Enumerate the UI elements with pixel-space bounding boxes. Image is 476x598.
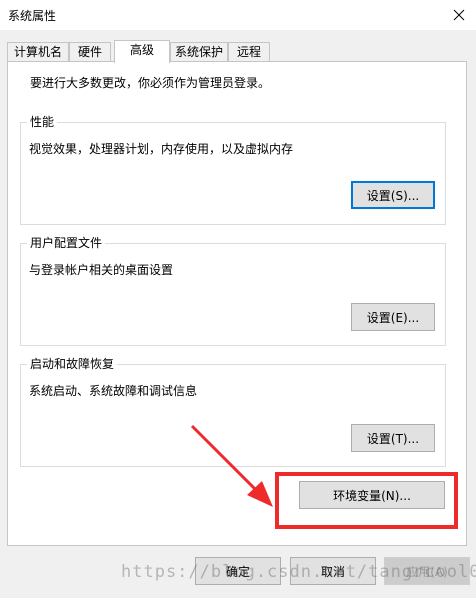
user-profiles-label: 用户配置文件 — [27, 236, 106, 250]
startup-recovery-label: 启动和故障恢复 — [27, 357, 118, 371]
startup-recovery-group: 启动和故障恢复 系统启动、系统故障和调试信息 设置(T)... — [20, 357, 446, 467]
performance-label: 性能 — [27, 115, 58, 129]
performance-description: 视觉效果，处理器计划，内存使用，以及虚拟内存 — [29, 142, 294, 156]
tab-computer-name[interactable]: 计算机名 — [7, 42, 69, 62]
admin-notice: 要进行大多数更改，你必须作为管理员登录。 — [30, 76, 271, 90]
tab-system-protection[interactable]: 系统保护 — [170, 42, 228, 62]
performance-group: 性能 视觉效果，处理器计划，内存使用，以及虚拟内存 设置(S)... — [20, 115, 446, 225]
tab-advanced[interactable]: 高级 — [114, 40, 170, 63]
startup-recovery-settings-button[interactable]: 设置(T)... — [351, 424, 435, 452]
tab-remote[interactable]: 远程 — [228, 42, 270, 62]
window-title: 系统属性 — [8, 9, 57, 23]
tab-strip: 计算机名 硬件 高级 系统保护 远程 — [7, 40, 469, 63]
close-icon — [453, 9, 465, 21]
highlight-box — [275, 472, 458, 529]
watermark: https://blog.csdn.net/tangrcool015 — [121, 562, 476, 582]
close-button[interactable] — [442, 0, 476, 30]
performance-settings-button[interactable]: 设置(S)... — [351, 181, 435, 209]
startup-recovery-description: 系统启动、系统故障和调试信息 — [29, 384, 198, 398]
tab-hardware[interactable]: 硬件 — [69, 42, 111, 62]
user-profiles-settings-button[interactable]: 设置(E)... — [351, 303, 435, 331]
title-bar: 系统属性 — [0, 0, 476, 30]
user-profiles-group: 用户配置文件 与登录帐户相关的桌面设置 设置(E)... — [20, 236, 446, 346]
user-profiles-description: 与登录帐户相关的桌面设置 — [29, 263, 174, 277]
